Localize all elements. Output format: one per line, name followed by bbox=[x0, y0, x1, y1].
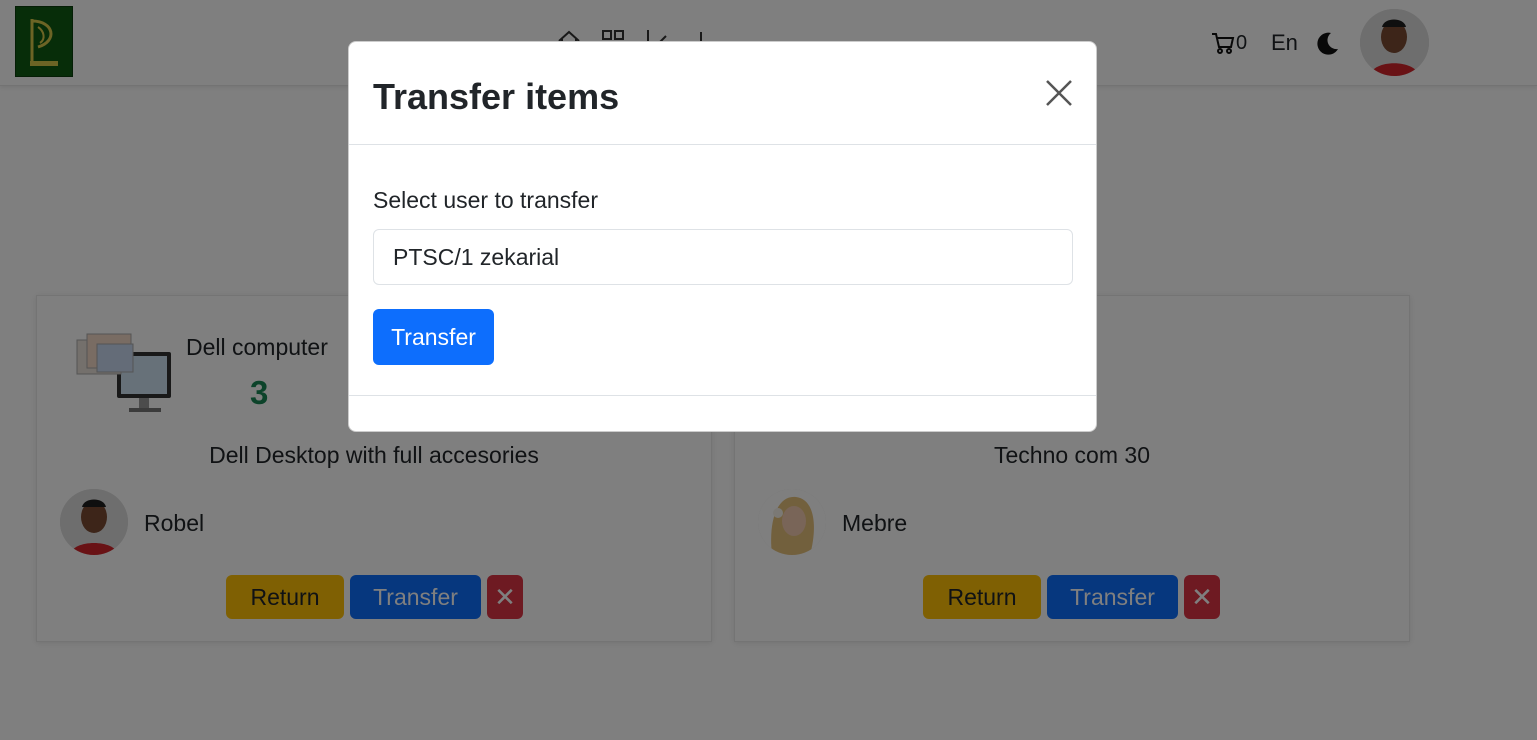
close-icon[interactable] bbox=[1044, 78, 1074, 108]
modal-title: Transfer items bbox=[373, 76, 620, 117]
select-user-label: Select user to transfer bbox=[373, 187, 598, 213]
page: 0 En Dell bbox=[0, 0, 1537, 740]
modal-footer bbox=[349, 395, 1096, 432]
user-select[interactable]: PTSC/1 zekarial bbox=[373, 229, 1073, 285]
transfer-modal: Transfer items Select user to transfer P… bbox=[348, 41, 1097, 432]
modal-header: Transfer items bbox=[349, 42, 1096, 145]
transfer-submit-button[interactable]: Transfer bbox=[373, 309, 494, 365]
